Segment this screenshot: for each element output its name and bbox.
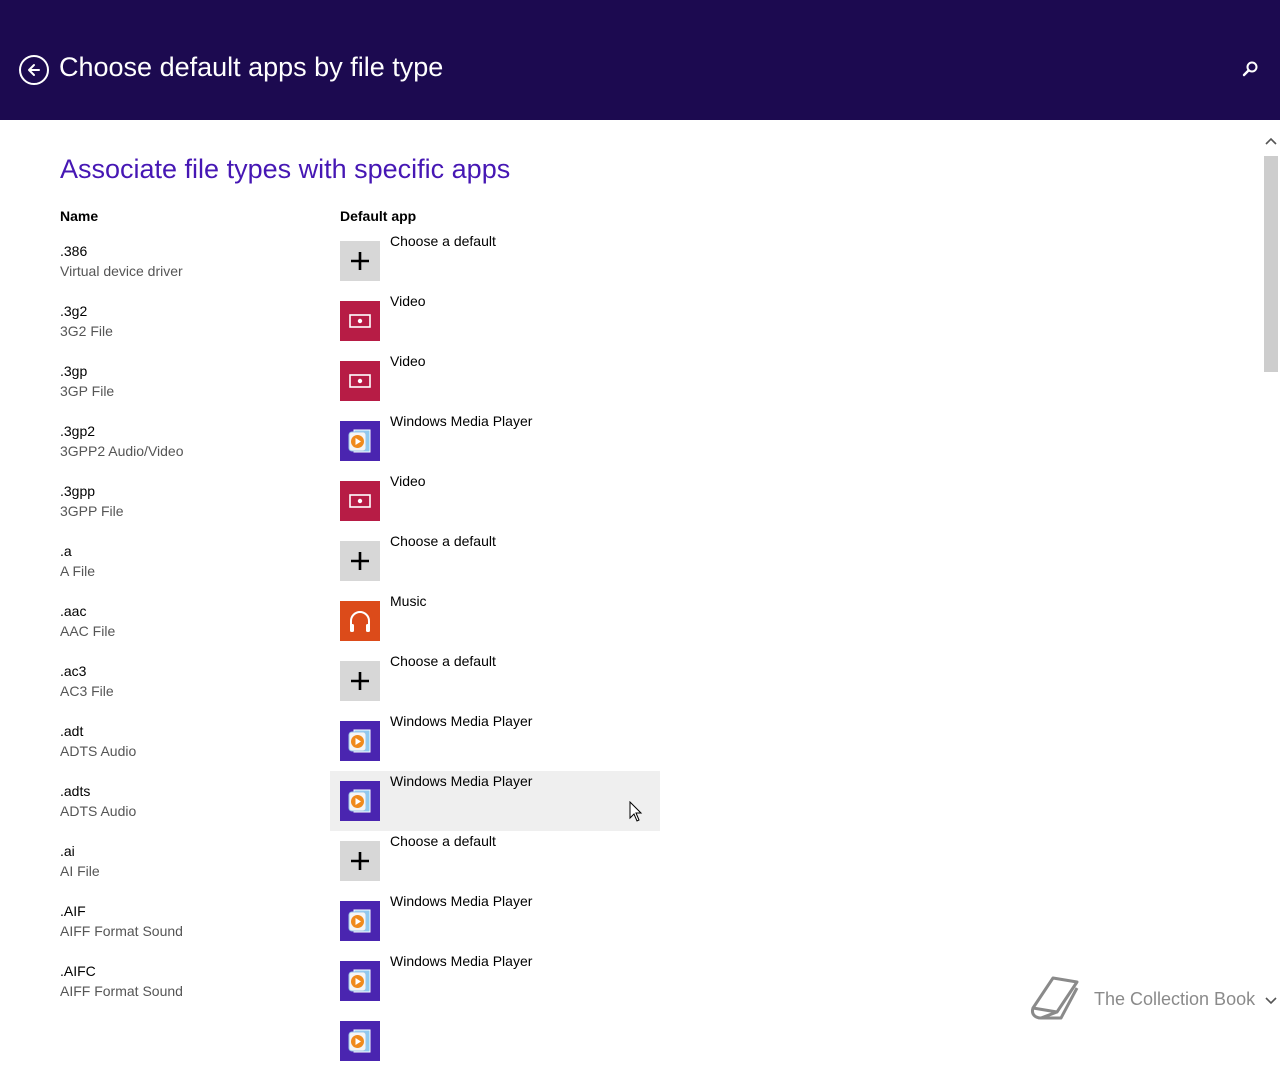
default-app-name: Video bbox=[390, 293, 426, 309]
default-app-name: Windows Media Player bbox=[390, 893, 533, 909]
windows-media-player-icon bbox=[340, 961, 380, 1001]
default-app-name: Music bbox=[390, 593, 427, 609]
music-app-icon bbox=[340, 601, 380, 641]
scroll-up-arrow-icon[interactable] bbox=[1262, 134, 1280, 148]
column-header-default-app: Default app bbox=[340, 208, 417, 224]
file-extension: .ai bbox=[60, 843, 75, 859]
file-type-description: 3GPP2 Audio/Video bbox=[60, 443, 184, 459]
file-extension: .AIF bbox=[60, 903, 86, 919]
file-type-description: A File bbox=[60, 563, 96, 579]
default-app-button[interactable] bbox=[330, 1011, 660, 1071]
back-button[interactable] bbox=[19, 55, 49, 85]
file-type-description: ADTS Audio bbox=[60, 743, 137, 759]
default-app-name: Choose a default bbox=[390, 833, 496, 849]
search-button[interactable] bbox=[1240, 60, 1260, 80]
file-type-description: 3GP File bbox=[60, 383, 115, 399]
default-app-name: Choose a default bbox=[390, 533, 496, 549]
default-app-name: Choose a default bbox=[390, 233, 496, 249]
default-app-button[interactable]: Windows Media Player bbox=[330, 951, 660, 1011]
default-app-button[interactable]: Windows Media Player bbox=[330, 711, 660, 771]
default-app-name: Video bbox=[390, 473, 426, 489]
watermark-text: The Collection Book bbox=[1094, 989, 1256, 1009]
file-type-description: AC3 File bbox=[60, 683, 114, 699]
file-type-description: AI File bbox=[60, 863, 100, 879]
default-app-name: Windows Media Player bbox=[390, 713, 533, 729]
back-arrow-icon bbox=[28, 64, 40, 76]
file-extension: .3gp bbox=[60, 363, 88, 379]
vertical-scrollbar[interactable] bbox=[1262, 120, 1280, 1024]
default-app-button[interactable]: Windows Media Player bbox=[330, 411, 660, 471]
file-extension: .aac bbox=[60, 603, 87, 619]
windows-media-player-icon bbox=[340, 901, 380, 941]
default-app-button[interactable]: Choose a default bbox=[330, 531, 660, 591]
file-type-description: Virtual device driver bbox=[60, 263, 183, 279]
page-title: Choose default apps by file type bbox=[59, 52, 444, 82]
file-type-description: AIFF Format Sound bbox=[60, 983, 183, 999]
mouse-pointer-icon bbox=[629, 801, 643, 822]
file-extension: .AIFC bbox=[60, 963, 96, 979]
search-icon bbox=[1242, 61, 1258, 77]
default-app-name: Windows Media Player bbox=[390, 773, 533, 789]
windows-media-player-icon bbox=[340, 1021, 380, 1061]
default-app-button[interactable]: Choose a default bbox=[330, 231, 660, 291]
default-app-button[interactable]: Windows Media Player bbox=[330, 771, 660, 831]
file-extension: .3gpp bbox=[60, 483, 96, 499]
default-app-button[interactable]: Choose a default bbox=[330, 831, 660, 891]
video-app-icon bbox=[340, 361, 380, 401]
file-extension: .adts bbox=[60, 783, 91, 799]
default-app-name: Choose a default bbox=[390, 653, 496, 669]
file-type-description: 3G2 File bbox=[60, 323, 113, 339]
file-extension: .3gp2 bbox=[60, 423, 96, 439]
file-extension: .adt bbox=[60, 723, 84, 739]
file-extension: .386 bbox=[60, 243, 88, 259]
file-type-description: 3GPP File bbox=[60, 503, 124, 519]
default-app-name: Video bbox=[390, 353, 426, 369]
default-app-button[interactable]: Video bbox=[330, 291, 660, 351]
video-app-icon bbox=[340, 301, 380, 341]
file-type-description: AIFF Format Sound bbox=[60, 923, 183, 939]
file-extension: .ac3 bbox=[60, 663, 87, 679]
watermark: The Collection Book bbox=[1027, 972, 1262, 1024]
default-app-name: Windows Media Player bbox=[390, 953, 533, 969]
default-app-button[interactable]: Video bbox=[330, 471, 660, 531]
section-title: Associate file types with specific apps bbox=[60, 154, 511, 184]
file-type-row bbox=[0, 1021, 1262, 1081]
video-app-icon bbox=[340, 481, 380, 521]
file-type-list: .386 Virtual device driver Choose a defaul… bbox=[0, 233, 1262, 1081]
plus-icon bbox=[340, 661, 380, 701]
windows-media-player-icon bbox=[340, 421, 380, 461]
file-type-description: AAC File bbox=[60, 623, 116, 639]
book-icon bbox=[1031, 976, 1079, 1020]
file-extension: .3g2 bbox=[60, 303, 88, 319]
plus-icon bbox=[340, 241, 380, 281]
file-type-description: ADTS Audio bbox=[60, 803, 137, 819]
windows-media-player-icon bbox=[340, 781, 380, 821]
file-extension: .a bbox=[60, 543, 72, 559]
default-app-button[interactable]: Video bbox=[330, 351, 660, 411]
default-app-button[interactable]: Windows Media Player bbox=[330, 891, 660, 951]
plus-icon bbox=[340, 541, 380, 581]
windows-media-player-icon bbox=[340, 721, 380, 761]
scroll-thumb[interactable] bbox=[1264, 156, 1278, 372]
default-app-button[interactable]: Choose a default bbox=[330, 651, 660, 711]
app-header: Choose default apps by file type bbox=[0, 0, 1280, 120]
scroll-down-arrow-icon[interactable] bbox=[1262, 994, 1280, 1008]
column-header-name: Name bbox=[60, 208, 99, 224]
plus-icon bbox=[340, 841, 380, 881]
default-app-button[interactable]: Music bbox=[330, 591, 660, 651]
default-app-name: Windows Media Player bbox=[390, 413, 533, 429]
